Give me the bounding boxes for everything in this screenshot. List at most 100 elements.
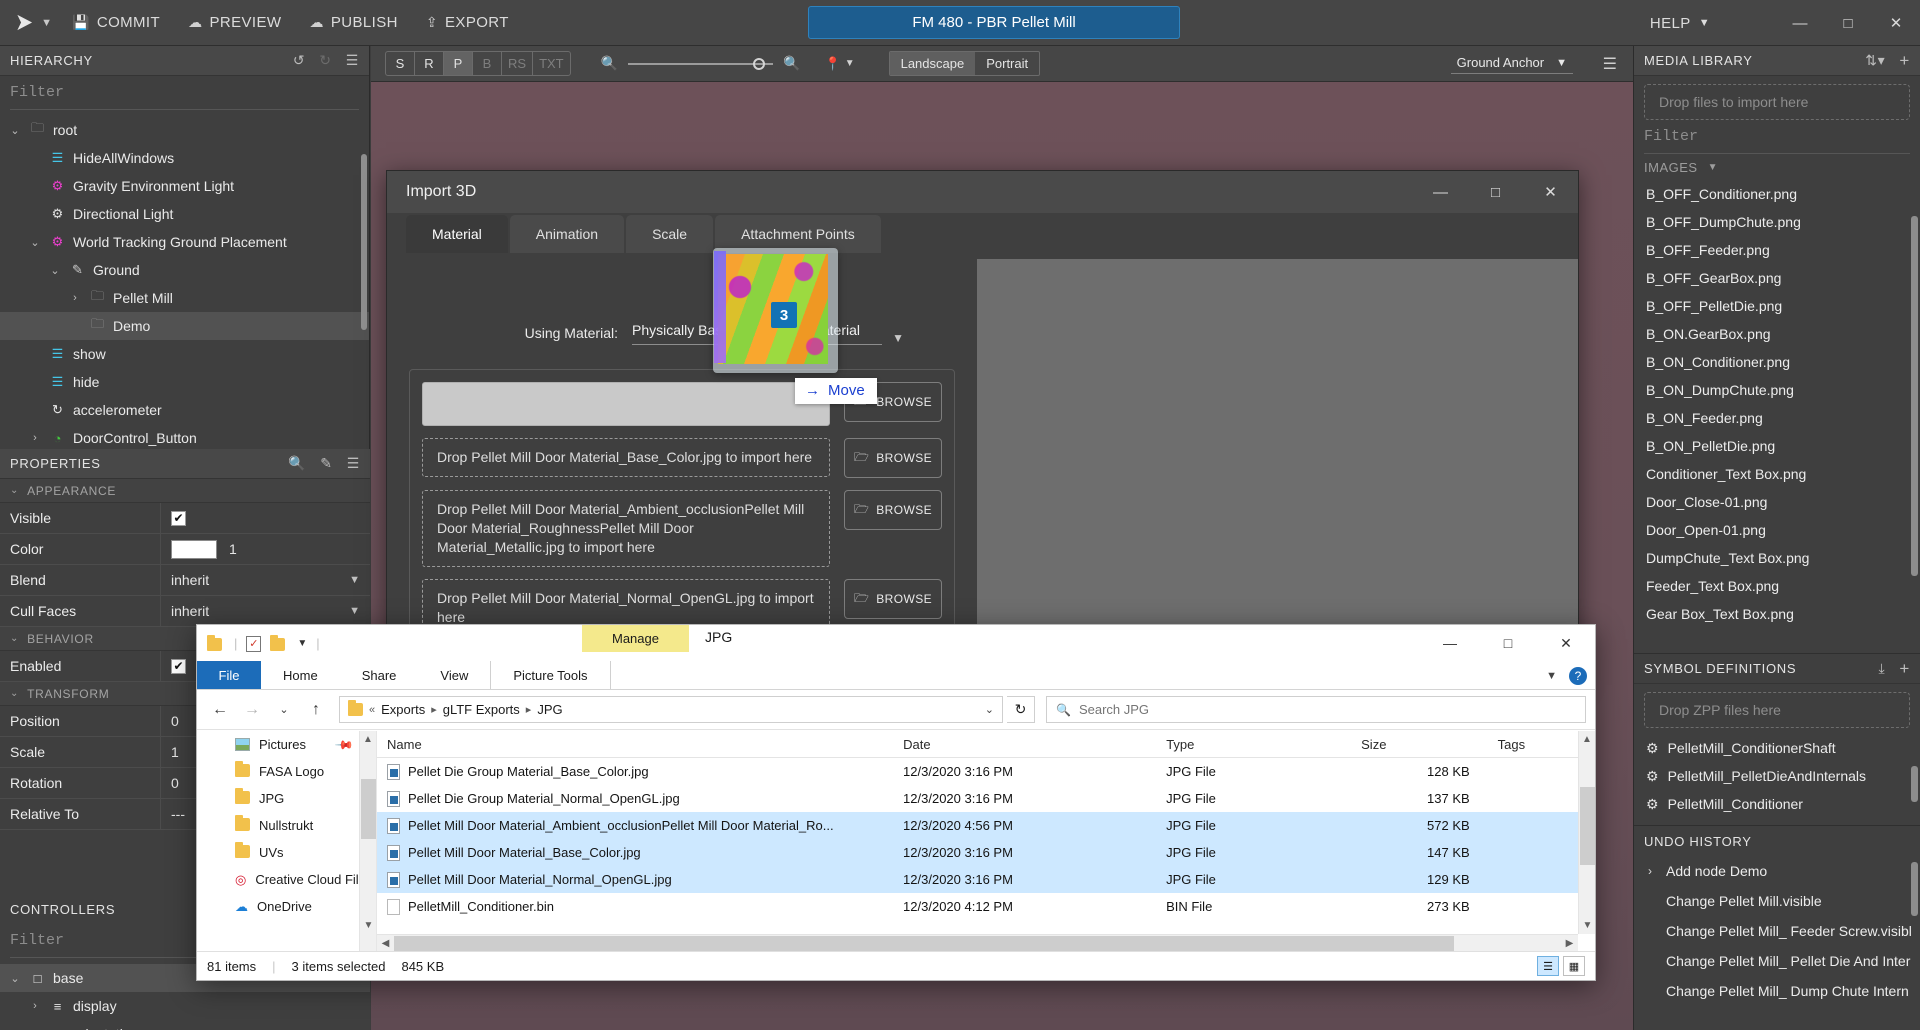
import-tab-scale[interactable]: Scale bbox=[626, 215, 714, 253]
scroll-left-icon[interactable]: ◀ bbox=[377, 935, 394, 952]
symbol-definition-item[interactable]: ⚙ PelletMill_Conditioner bbox=[1634, 790, 1920, 818]
undo-history-item[interactable]: Change Pellet Mill.visible bbox=[1634, 886, 1920, 916]
menu-icon[interactable]: ☰ bbox=[346, 52, 359, 69]
ground-anchor-dropdown[interactable]: Ground Anchor ▼ bbox=[1450, 53, 1573, 74]
column-header-type[interactable]: Type bbox=[1156, 731, 1351, 758]
tree-node[interactable]: ⌄ 🗀 root bbox=[0, 116, 369, 144]
import-dialog-minimize[interactable]: — bbox=[1413, 171, 1468, 213]
media-filter-input[interactable]: Filter bbox=[1644, 120, 1910, 154]
close-button[interactable]: ✕ bbox=[1872, 0, 1920, 46]
zoom-in-icon[interactable]: 🔍 bbox=[783, 55, 800, 72]
export-button[interactable]: ⇪ EXPORT bbox=[412, 0, 523, 46]
anchor-pin-dropdown[interactable]: 📍 ▼ bbox=[825, 56, 855, 72]
breadcrumb-overflow[interactable]: « bbox=[369, 704, 375, 716]
tree-node[interactable]: ›↻accelerometer bbox=[0, 396, 369, 424]
customize-caret-icon[interactable]: ▼ bbox=[297, 638, 307, 649]
chevron-right-icon[interactable]: › bbox=[28, 432, 42, 444]
zoom-slider[interactable] bbox=[628, 56, 774, 72]
media-library-item[interactable]: Feeder_Text Box.png bbox=[1634, 572, 1920, 600]
checkbox[interactable]: ✔ bbox=[171, 658, 186, 674]
browse-button-2[interactable]: 🗁 BROWSE bbox=[844, 490, 942, 530]
tree-node[interactable]: ›☰HideAllWindows bbox=[0, 144, 369, 172]
browse-button-3[interactable]: 🗁 BROWSE bbox=[844, 579, 942, 619]
media-library-item[interactable]: Door_Open-01.png bbox=[1634, 516, 1920, 544]
drag-ghost-preview[interactable]: 3 bbox=[713, 248, 838, 373]
download-icon[interactable]: ⤓ bbox=[1878, 660, 1885, 677]
new-folder-icon[interactable] bbox=[270, 634, 288, 652]
chevron-down-icon[interactable]: ⌄ bbox=[8, 972, 22, 985]
table-row[interactable]: Pellet Die Group Material_Base_Color.jpg… bbox=[377, 758, 1595, 785]
maximize-button[interactable]: □ bbox=[1824, 0, 1872, 46]
media-library-item[interactable]: B_ON_PelletDie.png bbox=[1634, 432, 1920, 460]
table-row[interactable]: Pellet Die Group Material_Normal_OpenGL.… bbox=[377, 785, 1595, 812]
chevron-down-icon[interactable]: ⌄ bbox=[28, 236, 42, 249]
project-title[interactable]: FM 480 - PBR Pellet Mill bbox=[808, 6, 1180, 39]
properties-icon[interactable]: ✓ bbox=[246, 635, 262, 652]
import-dialog-titlebar[interactable]: Import 3D — □ ✕ bbox=[387, 171, 1578, 213]
pin-icon[interactable]: 📌 bbox=[334, 734, 354, 754]
tree-node[interactable]: ›⚙Gravity Environment Light bbox=[0, 172, 369, 200]
explorer-maximize-button[interactable]: □ bbox=[1479, 625, 1537, 661]
search-input[interactable]: 🔍 Search JPG bbox=[1046, 696, 1586, 723]
ribbon-tab-home[interactable]: Home bbox=[261, 661, 340, 689]
zoom-out-icon[interactable]: 🔍 bbox=[601, 55, 618, 72]
tree-node[interactable]: ›🗀Demo bbox=[0, 312, 369, 340]
scroll-up-icon[interactable]: ▲ bbox=[360, 731, 376, 748]
preview-button[interactable]: ☁ PREVIEW bbox=[174, 0, 295, 46]
plus-icon[interactable]: + bbox=[1899, 51, 1910, 71]
import-tab-material[interactable]: Material bbox=[406, 215, 508, 253]
media-library-item[interactable]: B_OFF_GearBox.png bbox=[1634, 264, 1920, 292]
import-tab-animation[interactable]: Animation bbox=[509, 215, 625, 253]
zoom-slider-handle[interactable] bbox=[753, 57, 766, 70]
chevron-right-icon[interactable]: › bbox=[28, 1000, 42, 1012]
folder-icon[interactable] bbox=[207, 634, 225, 652]
edit-icon[interactable]: ✎ bbox=[320, 455, 332, 472]
symbol-definition-item[interactable]: ⚙ PelletMill_PelletDieAndInternals bbox=[1634, 762, 1920, 790]
symbol-definitions-scrollbar[interactable] bbox=[1911, 766, 1918, 802]
navigation-pane-scrollbar[interactable]: ▲ ▼ bbox=[359, 731, 376, 951]
media-library-scrollbar[interactable] bbox=[1911, 216, 1918, 576]
file-list-horizontal-scrollbar[interactable]: ◀ ▶ bbox=[377, 934, 1578, 951]
media-library-item[interactable]: B_OFF_Feeder.png bbox=[1634, 236, 1920, 264]
media-library-item[interactable]: Conditioner_Text Box.png bbox=[1634, 460, 1920, 488]
menu-icon[interactable]: ☰ bbox=[347, 455, 360, 472]
back-button[interactable]: ← bbox=[206, 696, 234, 724]
file-list-scrollbar[interactable]: ▲ ▼ bbox=[1578, 731, 1595, 934]
refresh-button[interactable]: ↻ bbox=[1007, 696, 1035, 723]
media-library-item[interactable]: B_OFF_DumpChute.png bbox=[1634, 208, 1920, 236]
nav-pane-item[interactable]: ◎ Creative Cloud File bbox=[197, 866, 376, 893]
scroll-right-icon[interactable]: ▶ bbox=[1561, 935, 1578, 952]
breadcrumb-jpg[interactable]: JPG bbox=[537, 702, 562, 717]
tree-node[interactable]: › 🗀 Pellet Mill bbox=[0, 284, 369, 312]
undo-history-item[interactable]: Change Pellet Mill_ Feeder Screw.visibl bbox=[1634, 916, 1920, 946]
media-library-item[interactable]: Gear Box_Text Box.png bbox=[1634, 600, 1920, 628]
media-library-item[interactable]: DumpChute_Text Box.png bbox=[1634, 544, 1920, 572]
orientation-portrait[interactable]: Portrait bbox=[975, 52, 1039, 75]
breadcrumb-dropdown-icon[interactable]: ⌄ bbox=[985, 703, 994, 716]
plus-icon[interactable]: + bbox=[1899, 659, 1910, 679]
texture-dropzone-2[interactable]: Drop Pellet Mill Door Material_Ambient_o… bbox=[422, 490, 830, 567]
large-icons-view-button[interactable]: ▦ bbox=[1563, 956, 1585, 976]
nav-pane-item[interactable]: JPG bbox=[197, 785, 376, 812]
nav-pane-item[interactable]: Pictures 📌 bbox=[197, 731, 376, 758]
commit-button[interactable]: 💾 COMMIT bbox=[58, 0, 174, 46]
media-library-item[interactable]: B_ON_Conditioner.png bbox=[1634, 348, 1920, 376]
color-alpha-value[interactable]: 1 bbox=[229, 541, 237, 557]
up-button[interactable]: ↑ bbox=[302, 696, 330, 724]
property-value[interactable]: inherit ▼ bbox=[160, 564, 370, 596]
scroll-up-icon[interactable]: ▲ bbox=[1579, 731, 1595, 748]
texture-dropzone-1[interactable]: Drop Pellet Mill Door Material_Base_Colo… bbox=[422, 438, 830, 477]
media-images-group-header[interactable]: IMAGES ▼ bbox=[1634, 154, 1920, 180]
help-menu[interactable]: HELP ▼ bbox=[1640, 0, 1720, 46]
search-icon[interactable]: 🔍 bbox=[288, 455, 306, 472]
viewport-mode-p[interactable]: P bbox=[444, 52, 473, 75]
table-row[interactable]: PelletMill_Conditioner.bin 12/3/2020 4:12… bbox=[377, 893, 1595, 920]
breadcrumb[interactable]: « Exports ▸ gLTF Exports ▸ JPG ⌄ bbox=[339, 696, 1003, 723]
tree-node[interactable]: ›≡orientation bbox=[0, 1020, 370, 1030]
tree-node[interactable]: ›⚙Directional Light bbox=[0, 200, 369, 228]
hierarchy-filter-input[interactable]: Filter bbox=[10, 76, 359, 110]
explorer-minimize-button[interactable]: — bbox=[1421, 625, 1479, 661]
ribbon-tab-picture-tools[interactable]: Picture Tools bbox=[490, 661, 611, 689]
ribbon-tab-file[interactable]: File bbox=[197, 661, 261, 689]
media-library-item[interactable]: B_OFF_Conditioner.png bbox=[1634, 180, 1920, 208]
